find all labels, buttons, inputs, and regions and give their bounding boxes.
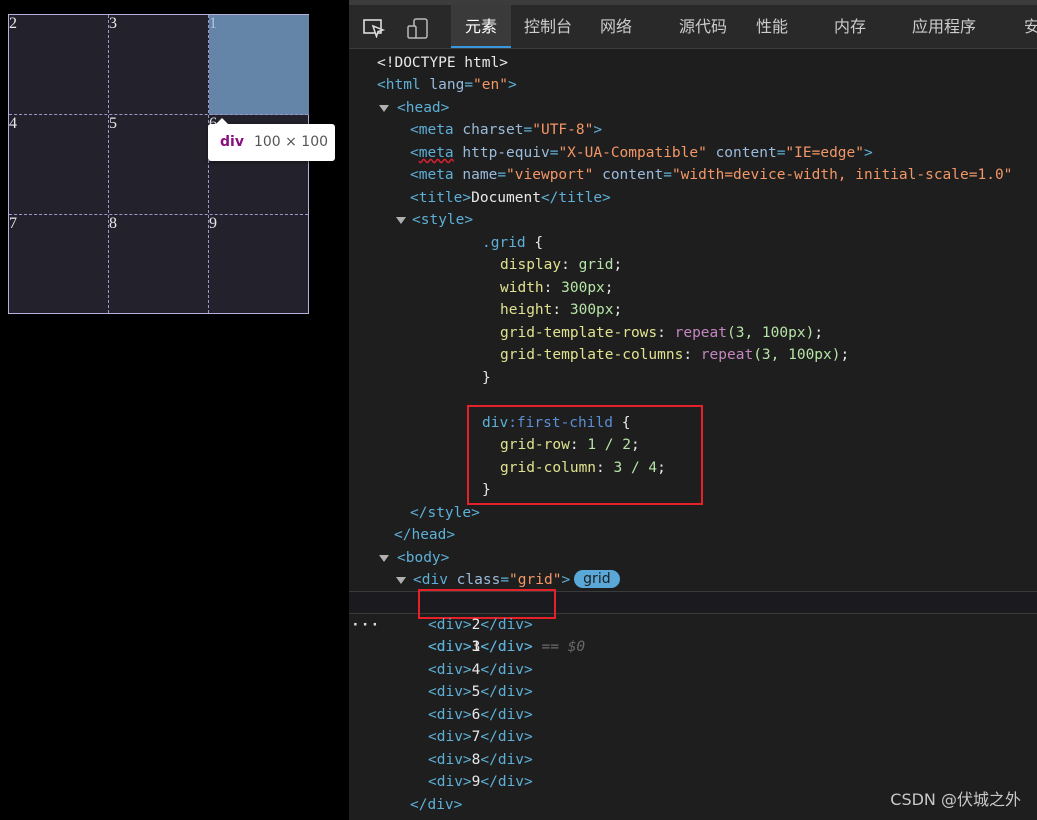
dom-node-head-close[interactable]: </head> — [394, 524, 1037, 546]
dom-node-head[interactable]: <head> — [379, 97, 1037, 119]
highlighted-grid-item — [209, 15, 309, 115]
tab-network[interactable]: 网络 — [600, 5, 632, 48]
tab-console[interactable]: 控制台 — [524, 5, 572, 48]
dom-node-div[interactable]: <div>5</div> — [428, 681, 1037, 703]
tab-sources[interactable]: 源代码 — [679, 5, 727, 48]
dom-node-html[interactable]: <html lang="en"> — [377, 74, 1037, 96]
grid-cell-label: 9 — [209, 215, 217, 232]
tooltip-dimensions: 100 × 100 — [253, 134, 329, 150]
tab-performance[interactable]: 性能 — [756, 5, 788, 48]
grid-cell-label: 5 — [109, 115, 117, 132]
devtools-panel: 元素 控制台 网络 源代码 性能 内存 应用程序 安 <!DOCTYPE htm… — [349, 0, 1037, 820]
page-viewport: 2 3 1 4 5 6 7 8 9 div 100 × 100 — [0, 0, 349, 820]
dom-node-div[interactable]: <div>7</div> — [428, 726, 1037, 748]
css-close-brace: } — [482, 370, 491, 386]
grid-line — [108, 15, 109, 313]
grid-cell-label: 1 — [209, 15, 217, 32]
css-declaration: grid-template-columns: repeat(3, 100px); — [500, 347, 850, 363]
annotation-red-box — [467, 405, 703, 505]
grid-line — [9, 114, 308, 115]
watermark: CSDN @伏城之外 — [890, 790, 1021, 809]
dom-node-div[interactable]: <div>4</div> — [428, 659, 1037, 681]
dom-node-meta[interactable]: <meta name="viewport" content="width=dev… — [410, 164, 1037, 186]
css-rule-grid-selector: .grid { — [482, 235, 544, 251]
dom-tree: <!DOCTYPE html> <html lang="en"> <head> … — [349, 49, 1037, 820]
tab-memory[interactable]: 内存 — [834, 5, 866, 48]
grid-cell-label: 4 — [9, 115, 17, 132]
tooltip-tag: div — [220, 134, 244, 150]
expand-triangle-icon[interactable] — [379, 105, 389, 112]
grid-cell-label: 2 — [9, 15, 17, 32]
grid-cell-label: 7 — [9, 215, 17, 232]
tab-elements[interactable]: 元素 — [451, 5, 512, 48]
grid-line — [9, 214, 308, 215]
tab-security[interactable]: 安 — [1024, 5, 1037, 48]
device-toolbar-icon[interactable] — [407, 18, 429, 39]
dom-node-div[interactable]: <div>8</div> — [428, 749, 1037, 771]
dom-node-style[interactable]: <style> — [396, 209, 1037, 231]
more-options-icon[interactable]: ··· — [351, 614, 380, 636]
dom-node-meta[interactable]: <meta charset="UTF-8"> — [410, 119, 1037, 141]
css-declaration: width: 300px; — [500, 280, 614, 296]
expand-triangle-icon[interactable] — [396, 577, 406, 584]
dom-node-grid-div[interactable]: <div class="grid"> grid — [396, 569, 1037, 591]
dom-node-style-close[interactable]: </style> — [410, 502, 1037, 524]
css-declaration: grid-template-rows: repeat(3, 100px); — [500, 325, 824, 341]
dom-node-meta[interactable]: <meta http-equiv="X-UA-Compatible" conte… — [410, 142, 1037, 164]
dom-node-div[interactable]: <div>3</div> — [428, 636, 1037, 658]
grid-cell-label: 3 — [109, 15, 117, 32]
grid-cell-label: 8 — [109, 215, 117, 232]
inspect-element-icon[interactable] — [363, 18, 386, 39]
css-declaration: display: grid; — [500, 257, 623, 273]
dom-node-body[interactable]: <body> — [379, 547, 1037, 569]
dom-node-div[interactable]: <div>2</div> — [428, 614, 1037, 636]
grid-line — [208, 15, 209, 313]
element-inspect-tooltip: div 100 × 100 — [208, 118, 335, 161]
css-declaration: height: 300px; — [500, 302, 623, 318]
dom-node-div[interactable]: <div>6</div> — [428, 704, 1037, 726]
grid-container: 2 3 1 4 5 6 7 8 9 — [8, 14, 309, 314]
grid-badge[interactable]: grid — [574, 570, 620, 588]
tab-application[interactable]: 应用程序 — [912, 5, 976, 48]
dom-node-title[interactable]: <title>Document</title> — [410, 187, 1037, 209]
expand-triangle-icon[interactable] — [379, 555, 389, 562]
expand-triangle-icon[interactable] — [396, 217, 406, 224]
dom-node-doctype[interactable]: <!DOCTYPE html> — [377, 52, 1037, 74]
devtools-toolbar: 元素 控制台 网络 源代码 性能 内存 应用程序 安 — [349, 5, 1037, 49]
